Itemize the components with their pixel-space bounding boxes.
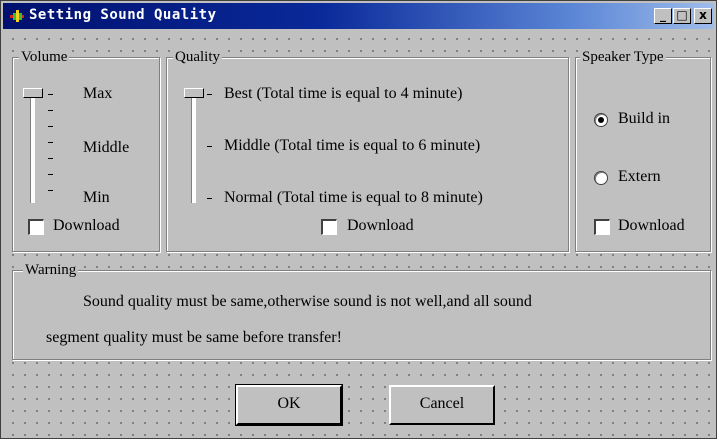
close-button[interactable]: x (694, 8, 712, 24)
warning-text-line2: segment quality must be same before tran… (46, 329, 342, 346)
warning-group: Warning Sound quality must be same,other… (12, 261, 711, 360)
volume-tick (48, 126, 53, 127)
quality-group-label: Quality (173, 48, 222, 66)
build-in-label[interactable]: Build in (618, 109, 670, 129)
volume-slider-track[interactable] (30, 88, 35, 203)
quality-tick (207, 94, 212, 95)
volume-tick (48, 174, 53, 175)
speaker-download-checkbox[interactable] (594, 219, 610, 235)
app-icon (10, 10, 24, 22)
quality-slider-thumb[interactable] (184, 88, 204, 98)
warning-group-label: Warning (23, 261, 79, 279)
quality-tick (207, 146, 212, 147)
volume-slider-thumb[interactable] (23, 88, 43, 98)
maximize-icon: □ (676, 8, 688, 22)
window-title: Setting Sound Quality (29, 7, 217, 23)
minimize-icon: _ (660, 8, 666, 22)
volume-tick (48, 110, 53, 111)
speaker-type-group-label: Speaker Type (580, 48, 666, 66)
minimize-button[interactable]: _ (654, 8, 672, 24)
quality-download-checkbox[interactable] (321, 219, 337, 235)
close-icon: x (699, 8, 707, 22)
speaker-type-group: Speaker Type Build in Extern Download (575, 48, 711, 252)
maximize-button[interactable]: □ (673, 8, 691, 24)
volume-level-middle: Middle (83, 139, 130, 156)
volume-level-min: Min (83, 189, 110, 206)
volume-tick (48, 94, 53, 95)
quality-level-middle: Middle (Total time is equal to 6 minute) (224, 137, 481, 154)
volume-level-max: Max (83, 85, 113, 102)
quality-download-label[interactable]: Download (347, 216, 414, 236)
quality-slider-track[interactable] (191, 88, 196, 203)
radio-selected-dot (598, 117, 604, 123)
cancel-button[interactable]: Cancel (389, 385, 495, 425)
volume-group: Volume Max Middle Min Download (12, 48, 160, 252)
volume-download-checkbox[interactable] (28, 219, 44, 235)
quality-level-best: Best (Total time is equal to 4 minute) (224, 85, 463, 102)
quality-tick (207, 198, 212, 199)
speaker-download-label[interactable]: Download (618, 216, 685, 236)
volume-tick (48, 190, 53, 191)
dialog-client-area: Volume Max Middle Min Download Quality B… (3, 30, 714, 436)
warning-text-line1: Sound quality must be same,otherwise sou… (83, 293, 532, 310)
setting-sound-quality-dialog: Setting Sound Quality _ □ x Volume Max M… (0, 0, 717, 439)
volume-download-label[interactable]: Download (53, 216, 120, 236)
title-bar[interactable]: Setting Sound Quality _ □ x (3, 3, 714, 29)
volume-tick (48, 158, 53, 159)
extern-radio[interactable] (594, 171, 608, 185)
build-in-radio[interactable] (594, 113, 608, 127)
quality-group: Quality Best (Total time is equal to 4 m… (166, 48, 569, 252)
ok-button[interactable]: OK (235, 384, 343, 426)
extern-label[interactable]: Extern (618, 167, 661, 187)
quality-level-normal: Normal (Total time is equal to 8 minute) (224, 189, 483, 206)
volume-tick (48, 142, 53, 143)
volume-group-label: Volume (19, 48, 70, 66)
